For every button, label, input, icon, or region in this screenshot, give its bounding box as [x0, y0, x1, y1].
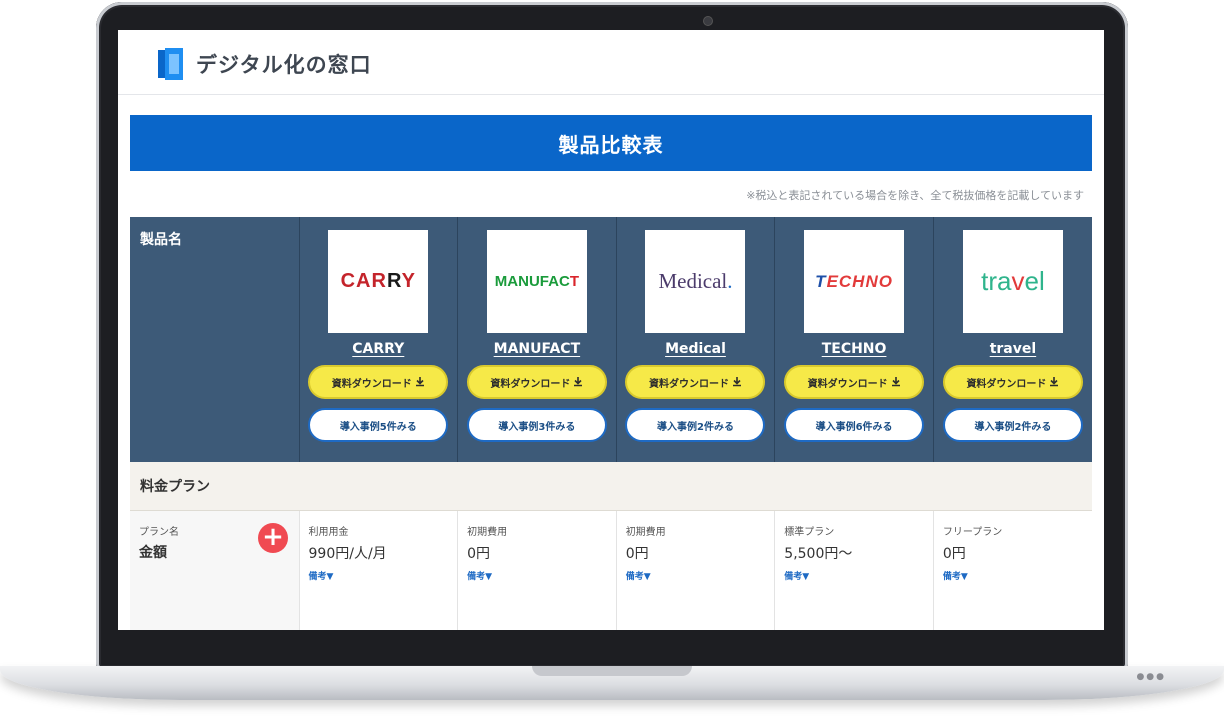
download-icon — [732, 377, 741, 387]
notes-toggle[interactable]: 備考▼ — [943, 569, 1092, 582]
product-cell: Medical. Medical 資料ダウンロード導入事例2件みる — [616, 217, 776, 462]
plan-type: 標準プラン — [784, 527, 835, 538]
plan-type: 初期費用 — [625, 527, 666, 538]
notes-toggle[interactable]: 備考▼ — [467, 569, 616, 582]
product-logo[interactable]: Medical. — [645, 230, 746, 333]
download-button[interactable]: 資料ダウンロード — [784, 365, 925, 399]
download-label: 資料ダウンロード — [648, 378, 729, 390]
case-study-button[interactable]: 導入事例6件みる — [784, 408, 925, 442]
download-label: 資料ダウンロード — [966, 378, 1047, 390]
notes-toggle[interactable]: 備考▼ — [784, 569, 933, 582]
product-cell: travel travel 資料ダウンロード導入事例2件みる — [933, 217, 1092, 462]
plan-cell: 利用用金 990円/人/月備考▼ — [299, 510, 459, 630]
camera-icon — [703, 16, 713, 26]
download-label: 資料ダウンロード — [331, 378, 412, 390]
product-cell: MANUFACT MANUFACT 資料ダウンロード導入事例3件みる — [457, 217, 617, 462]
products-row: 製品名 CARRY CARRY 資料ダウンロード 導入事例5件みる MANUFACT MA… — [130, 217, 1092, 462]
product-link[interactable]: travel — [934, 341, 1092, 357]
download-button[interactable]: 資料ダウンロード — [466, 365, 607, 399]
product-logo-text: Medical. — [658, 269, 733, 293]
tax-note: ※税込と表記されている場合を除き、全て税抜価格を記載しています — [746, 189, 1084, 202]
download-label: 資料ダウンロード — [807, 378, 888, 390]
plan-cell: 初期費用 0円備考▼ — [457, 510, 617, 630]
laptop-indicator-icon: ●●● — [1136, 672, 1166, 682]
product-logo-text: travel — [981, 266, 1045, 296]
plan-price: 0円 — [467, 546, 491, 562]
laptop-notch — [532, 666, 692, 676]
product-link[interactable]: MANUFACT — [458, 341, 616, 357]
product-logo-text: CARRY — [340, 270, 416, 292]
product-link[interactable]: CARRY — [300, 341, 458, 357]
pricing-section-row: 料金プラン — [130, 462, 1092, 511]
download-icon — [891, 377, 900, 387]
product-cell: CARRY CARRY 資料ダウンロード導入事例5件みる — [299, 217, 459, 462]
plan-price: 5,500円〜 — [784, 546, 853, 562]
download-icon — [1050, 377, 1059, 387]
laptop-base: ●●● — [0, 666, 1224, 700]
product-logo-text: TECHNO — [815, 271, 893, 291]
download-label: 資料ダウンロード — [490, 378, 571, 390]
case-study-button[interactable]: 導入事例2件みる — [942, 408, 1083, 442]
plan-cell: 標準プラン 5,500円〜備考▼ — [774, 510, 934, 630]
comparison-table: 製品名 CARRY CARRY 資料ダウンロード 導入事例5件みる MANUFACT MA… — [130, 217, 1092, 630]
plan-price: 990円/人/月 — [308, 546, 387, 562]
logo-icon[interactable] — [158, 48, 186, 80]
product-name-header: 製品名 — [130, 217, 300, 462]
plus-icon[interactable]: + — [258, 523, 288, 553]
plan-price: 0円 — [625, 546, 649, 562]
product-cell: TECHNO TECHNO 資料ダウンロード導入事例6件みる — [774, 217, 934, 462]
plan-cell: 初期費用 0円備考▼ — [616, 510, 776, 630]
page-title: 製品比較表 — [130, 115, 1092, 171]
product-logo[interactable]: CARRY — [328, 230, 429, 333]
product-link[interactable]: TECHNO — [775, 341, 933, 357]
case-study-button[interactable]: 導入事例5件みる — [308, 408, 449, 442]
section-label: 料金プラン — [130, 462, 299, 511]
product-logo-text: MANUFACT — [494, 272, 579, 290]
notes-toggle[interactable]: 備考▼ — [309, 569, 458, 582]
download-icon — [415, 377, 424, 387]
product-logo[interactable]: travel — [962, 230, 1063, 333]
plan-type: 利用用金 — [308, 527, 349, 538]
site-header: デジタル化の窓口 — [118, 30, 1104, 95]
product-logo[interactable]: MANUFACT — [486, 230, 587, 333]
screen: デジタル化の窓口 製品比較表 ※税込と表記されている場合を除き、全て税抜価格を記… — [118, 30, 1104, 630]
site-name[interactable]: デジタル化の窓口 — [196, 49, 372, 79]
plan-label-cell: プラン名 金額 + — [130, 510, 300, 630]
product-logo[interactable]: TECHNO — [804, 230, 905, 333]
case-study-button[interactable]: 導入事例2件みる — [625, 408, 766, 442]
case-study-button[interactable]: 導入事例3件みる — [466, 408, 607, 442]
plan-cell: フリープラン 0円備考▼ — [933, 510, 1092, 630]
plan-price: 0円 — [942, 546, 966, 562]
plan-type: 初期費用 — [467, 527, 508, 538]
plan-type: フリープラン — [942, 527, 1003, 538]
download-button[interactable]: 資料ダウンロード — [942, 365, 1083, 399]
product-link[interactable]: Medical — [617, 341, 775, 357]
download-button[interactable]: 資料ダウンロード — [308, 365, 449, 399]
plans-row: プラン名 金額 + 利用用金 990円/人/月 備考▼ 初期費用 0円 備考▼ 初期費用 0円… — [130, 510, 1092, 630]
notes-toggle[interactable]: 備考▼ — [626, 569, 775, 582]
download-icon — [574, 377, 583, 387]
section-spacer — [299, 462, 1092, 511]
download-button[interactable]: 資料ダウンロード — [625, 365, 766, 399]
